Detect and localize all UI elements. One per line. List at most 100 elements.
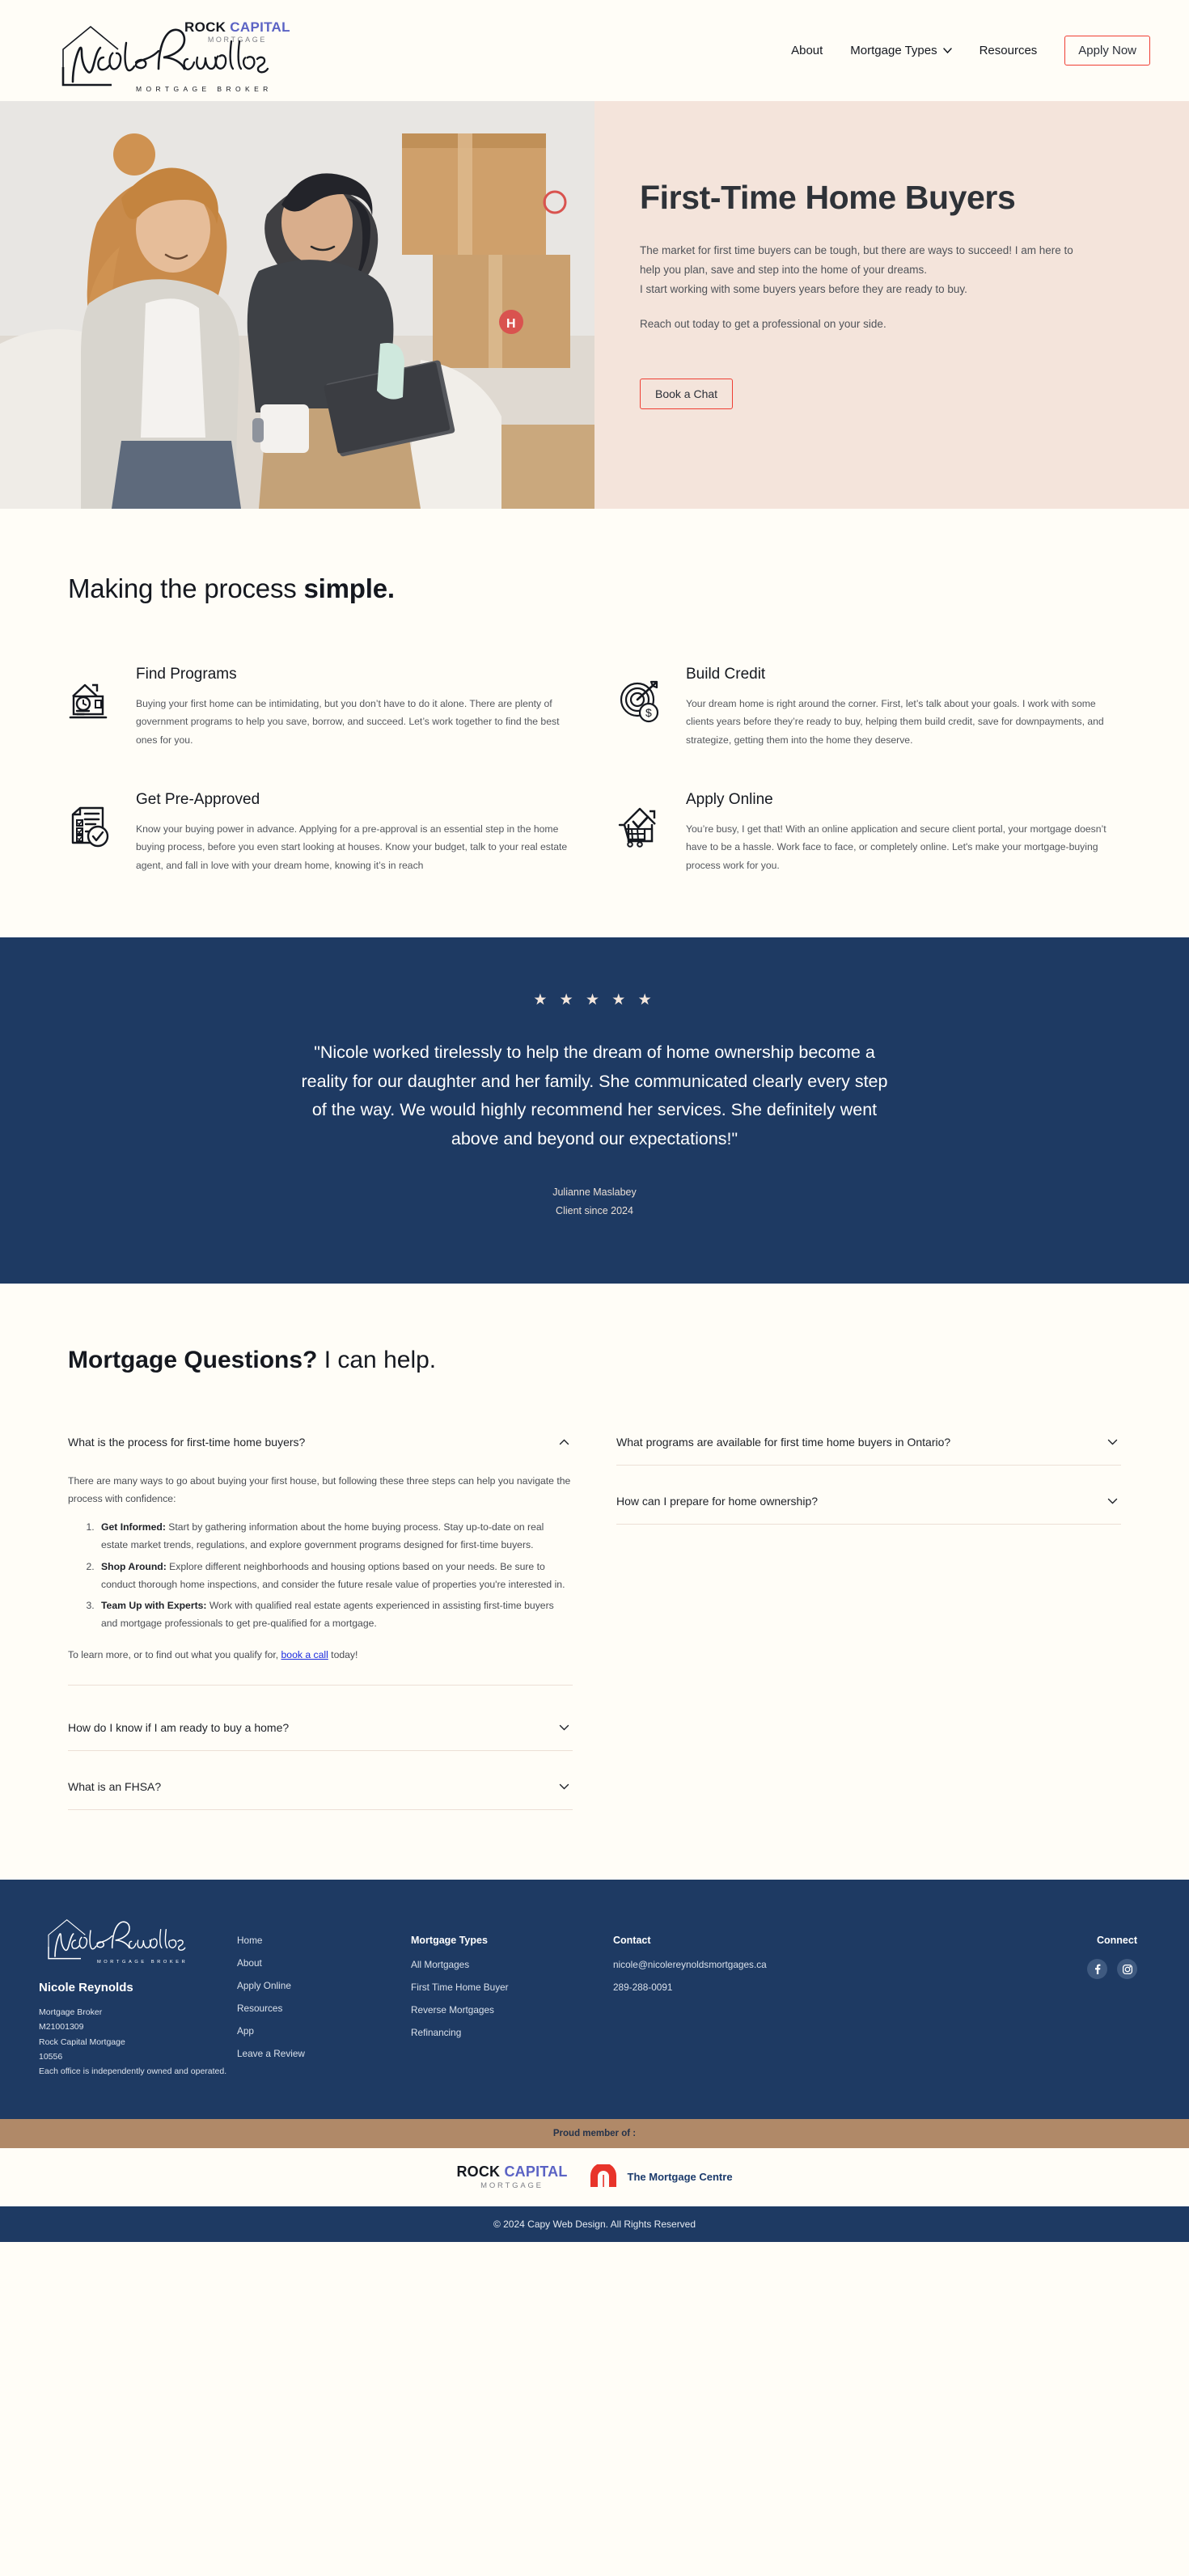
hero-paragraph-1: The market for first time buyers can be …	[640, 244, 1073, 276]
faq-question-toggle[interactable]: What programs are available for first ti…	[616, 1419, 1121, 1465]
chevron-down-icon	[942, 48, 952, 53]
faq-outro-pre: To learn more, or to find out what you q…	[68, 1648, 281, 1660]
testimonial-client-since: Client since 2024	[556, 1204, 633, 1216]
footer-logo-tagline: MORTGAGE BROKER	[97, 1960, 188, 1965]
faq-heading: Mortgage Questions? I can help.	[68, 1347, 1121, 1374]
faq-question-toggle[interactable]: How can I prepare for home ownership?	[616, 1478, 1121, 1524]
faq-answer-outro: To learn more, or to find out what you q…	[68, 1647, 571, 1664]
apply-now-button[interactable]: Apply Now	[1064, 36, 1150, 66]
nav-item-mortgage-types-label: Mortgage Types	[850, 44, 937, 57]
nav-item-resources[interactable]: Resources	[980, 44, 1038, 57]
footer-meta-line: Each office is independently owned and o…	[39, 2066, 227, 2076]
process-card: Apply Online You’re busy, I get that! Wi…	[618, 791, 1121, 874]
faq-outro-post: today!	[328, 1648, 358, 1660]
footer-link-refinancing[interactable]: Refinancing	[411, 2027, 613, 2038]
testimonial-author: Julianne Maslabey	[552, 1186, 637, 1198]
process-heading: Making the process simple.	[68, 573, 1121, 604]
footer-link-first-time-home-buyer[interactable]: First Time Home Buyer	[411, 1982, 613, 1993]
testimonial-attribution: Julianne Maslabey Client since 2024	[0, 1183, 1189, 1220]
hero-image-illustration: H	[0, 101, 594, 509]
process-card: Get Pre-Approved Know your buying power …	[68, 791, 571, 874]
footer-connect-column: Connect	[856, 1915, 1150, 2078]
faq-answer-steps: Get Informed: Start by gathering informa…	[97, 1519, 571, 1632]
faq-question-toggle[interactable]: What is the process for first-time home …	[68, 1419, 573, 1465]
faq-question-text: How do I know if I am ready to buy a hom…	[68, 1721, 290, 1735]
process-heading-light: Making the process	[68, 573, 304, 603]
partner-capital-text: CAPITAL	[504, 2163, 568, 2180]
footer-contact-email[interactable]: nicole@nicolereynoldsmortgages.ca	[613, 1959, 856, 1970]
copyright-bar: © 2024 Capy Web Design. All Rights Reser…	[0, 2206, 1189, 2242]
footer-link-reverse-mortgages[interactable]: Reverse Mortgages	[411, 2004, 613, 2016]
hero-paragraph-3: Reach out today to get a professional on…	[640, 317, 886, 330]
chevron-up-icon	[559, 1439, 569, 1445]
footer-contact-column: Contact nicole@nicolereynoldsmortgages.c…	[613, 1915, 856, 2078]
site-header: ROCK CAPITAL MORTGAGE MORTGAGE BROKER Ab…	[0, 0, 1189, 101]
footer-link-all-mortgages[interactable]: All Mortgages	[411, 1959, 613, 1970]
footer-link-resources[interactable]: Resources	[237, 2003, 411, 2014]
process-card-body: Know your buying power in advance. Apply…	[136, 823, 568, 871]
faq-heading-bold: Mortgage Questions?	[68, 1346, 318, 1373]
process-card-title: Build Credit	[686, 666, 766, 683]
footer-nav-column: Home About Apply Online Resources App Le…	[237, 1915, 411, 2078]
footer-link-apply-online[interactable]: Apply Online	[237, 1980, 411, 1991]
process-card-title: Find Programs	[136, 666, 237, 683]
faq-question-text: What is an FHSA?	[68, 1780, 162, 1794]
footer-link-about[interactable]: About	[237, 1957, 411, 1969]
testimonial-quote: "Nicole worked tirelessly to help the dr…	[301, 1042, 888, 1149]
footer-mortgage-types-heading: Mortgage Types	[411, 1935, 488, 1947]
footer-link-home[interactable]: Home	[237, 1935, 411, 1946]
footer-contact-phone[interactable]: 289-288-0091	[613, 1982, 856, 1993]
footer-link-leave-a-review[interactable]: Leave a Review	[237, 2048, 411, 2059]
faq-question-toggle[interactable]: What is an FHSA?	[68, 1764, 573, 1809]
faq-item: How can I prepare for home ownership?	[616, 1478, 1121, 1525]
rock-capital-partner-logo: ROCK CAPITAL MORTGAGE	[456, 2164, 567, 2190]
testimonial-section: ★ ★ ★ ★ ★ "Nicole worked tirelessly to h…	[0, 937, 1189, 1284]
book-a-chat-button[interactable]: Book a Chat	[640, 378, 734, 409]
proud-member-bar: Proud member of :	[0, 2118, 1189, 2148]
nav-item-mortgage-types[interactable]: Mortgage Types	[850, 44, 952, 57]
process-card: Find Programs Buying your first home can…	[68, 666, 571, 749]
process-card-title: Get Pre-Approved	[136, 790, 260, 808]
faq-answer-step: Get Informed: Start by gathering informa…	[97, 1519, 571, 1554]
facebook-icon[interactable]	[1087, 1959, 1107, 1980]
chevron-down-icon	[559, 1725, 569, 1731]
footer-meta-line: Rock Capital Mortgage	[39, 2037, 125, 2047]
process-card: $ Build Credit Your dream home is right …	[618, 666, 1121, 749]
faq-answer-step: Shop Around: Explore different neighborh…	[97, 1559, 571, 1593]
checklist-approved-icon	[68, 791, 115, 874]
process-card-body: Buying your first home can be intimidati…	[136, 698, 560, 746]
site-logo[interactable]: ROCK CAPITAL MORTGAGE MORTGAGE BROKER	[49, 7, 315, 95]
faq-question-text: What programs are available for first ti…	[616, 1435, 951, 1449]
house-cart-check-icon	[618, 791, 665, 874]
house-document-check-icon	[68, 666, 115, 749]
faq-question-toggle[interactable]: How do I know if I am ready to buy a hom…	[68, 1705, 573, 1750]
instagram-icon[interactable]	[1117, 1959, 1137, 1980]
chevron-down-icon	[1107, 1439, 1118, 1445]
nicole-reynolds-signature-logo: MORTGAGE BROKER	[61, 25, 273, 93]
mortgage-centre-partner-logo: The Mortgage Centre	[587, 2164, 733, 2190]
hero-copy: First-Time Home Buyers The market for fi…	[594, 101, 1189, 509]
hero-section: H First-Time Home Buyers The market for …	[0, 101, 1189, 509]
footer-brand-column: MORTGAGE BROKER Nicole Reynolds Mortgage…	[39, 1915, 237, 2078]
book-a-call-link[interactable]: book a call	[281, 1649, 328, 1660]
footer-meta-line: Mortgage Broker	[39, 2007, 103, 2018]
faq-step-lead: Shop Around:	[101, 1560, 167, 1572]
logo-tagline-text: MORTGAGE BROKER	[136, 85, 273, 93]
svg-text:$: $	[645, 706, 652, 719]
process-card-body: You’re busy, I get that! With an online …	[686, 823, 1106, 871]
faq-heading-light: I can help.	[317, 1346, 437, 1373]
star-rating-icons: ★ ★ ★ ★ ★	[533, 991, 656, 1009]
nicole-reynolds-signature-logo-footer: MORTGAGE BROKER	[48, 1919, 188, 1965]
social-links	[856, 1959, 1137, 1980]
nav-item-about[interactable]: About	[791, 44, 823, 57]
process-card-title: Apply Online	[686, 790, 773, 808]
footer-brand-meta: Mortgage Broker M21001309 Rock Capital M…	[39, 2005, 237, 2078]
faq-item: How do I know if I am ready to buy a hom…	[68, 1705, 573, 1752]
partner-rock-text: ROCK	[456, 2163, 501, 2180]
footer-connect-heading: Connect	[1097, 1935, 1137, 1947]
footer-link-app[interactable]: App	[237, 2025, 411, 2037]
faq-item: What programs are available for first ti…	[616, 1419, 1121, 1466]
faq-step-lead: Team Up with Experts:	[101, 1600, 207, 1612]
target-dollar-icon: $	[618, 666, 665, 749]
mortgage-centre-mark-icon	[590, 2164, 616, 2187]
